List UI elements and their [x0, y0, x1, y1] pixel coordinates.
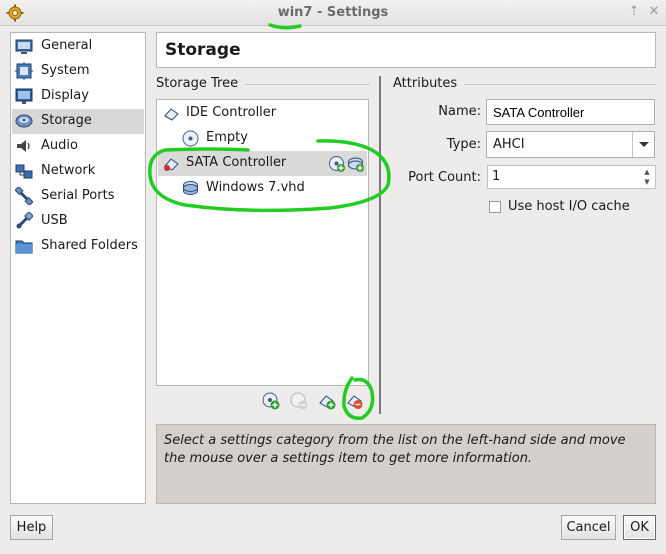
type-label: Type: — [446, 137, 481, 152]
name-label: Name: — [438, 104, 481, 119]
attributes-divider — [464, 84, 656, 85]
sidebar-item-label: Audio — [41, 138, 78, 153]
sidebar-item-label: Serial Ports — [41, 188, 115, 203]
panel-separator — [379, 76, 381, 414]
port-count-label: Port Count: — [408, 170, 481, 185]
remove-controller-icon[interactable] — [346, 392, 364, 410]
tree-row-sata-controller[interactable]: SATA Controller — [158, 151, 367, 176]
storage-tree: IDE Controller Empty SATA Controller Win… — [156, 99, 369, 386]
sidebar-item-label: Shared Folders — [41, 238, 138, 253]
controller-name-input[interactable] — [486, 99, 655, 125]
sidebar-item-label: System — [41, 63, 90, 78]
hard-disk-icon — [183, 181, 198, 195]
tree-row-label: SATA Controller — [186, 155, 287, 170]
page-header: Storage — [156, 32, 656, 68]
window-title-rest: - Settings — [312, 5, 389, 20]
sidebar-item-serial-ports[interactable]: Serial Ports — [12, 184, 144, 209]
controller-type-select[interactable]: AHCI — [486, 131, 655, 158]
display-icon — [15, 88, 33, 104]
sidebar-item-audio[interactable]: Audio — [12, 134, 144, 159]
storage-icon — [15, 114, 33, 128]
storage-tree-divider — [245, 84, 370, 85]
cd-disc-icon — [182, 130, 199, 147]
tree-row-ide-controller[interactable]: IDE Controller — [158, 101, 367, 126]
serial-port-icon — [15, 187, 33, 205]
use-host-io-cache-checkbox[interactable] — [489, 201, 501, 213]
attributes-label: Attributes — [393, 76, 458, 91]
window-title-vm: win7 — [277, 5, 313, 20]
controller-type-value: AHCI — [493, 137, 525, 152]
sidebar-item-system[interactable]: System — [12, 59, 144, 84]
ok-button[interactable]: OK — [623, 515, 656, 540]
add-hard-disk-icon[interactable] — [347, 155, 364, 172]
audio-icon — [17, 140, 30, 152]
sidebar-item-general[interactable]: General — [12, 34, 144, 59]
help-info-panel: Select a settings category from the list… — [156, 424, 656, 504]
dropdown-arrow[interactable] — [632, 132, 654, 157]
general-icon — [15, 39, 33, 54]
sidebar-item-network[interactable]: Network — [12, 159, 144, 184]
remove-attachment-icon[interactable] — [290, 392, 308, 410]
shared-folder-icon — [15, 240, 33, 254]
maximize-icon[interactable]: ⇡ — [626, 4, 642, 19]
sidebar-item-storage[interactable]: Storage — [12, 109, 144, 134]
tree-row-label: Windows 7.vhd — [206, 180, 305, 195]
network-icon — [15, 164, 33, 179]
sidebar-item-label: Network — [41, 163, 96, 178]
storage-tree-label: Storage Tree — [156, 76, 239, 91]
help-info-text: Select a settings category from the list… — [164, 433, 626, 466]
system-icon — [15, 62, 33, 80]
sidebar-item-label: Storage — [41, 113, 92, 128]
use-host-io-cache-label: Use host I/O cache — [508, 199, 630, 214]
port-count-spinbox[interactable]: 1 ▲ ▼ — [487, 165, 656, 189]
tree-row-empty[interactable]: Empty — [158, 126, 367, 151]
tree-row-label: Empty — [206, 130, 248, 145]
sidebar-item-usb[interactable]: USB — [12, 209, 144, 234]
add-controller-icon[interactable] — [318, 392, 336, 410]
usb-icon — [16, 212, 33, 229]
title-bar: win7 - Settings ⇡ ✕ — [0, 0, 666, 26]
close-icon[interactable]: ✕ — [646, 4, 662, 19]
cancel-button[interactable]: Cancel — [561, 515, 616, 540]
add-cd-icon[interactable] — [328, 155, 345, 172]
window-title: win7 - Settings — [0, 5, 666, 20]
sata-controller-icon — [164, 158, 179, 171]
sidebar-item-shared-folders[interactable]: Shared Folders — [12, 234, 144, 259]
ide-controller-icon — [164, 108, 179, 121]
port-count-value: 1 — [492, 169, 501, 184]
sidebar-item-display[interactable]: Display — [12, 84, 144, 109]
add-attachment-icon[interactable] — [262, 392, 280, 410]
page-title: Storage — [165, 40, 241, 60]
sidebar-item-label: Display — [41, 88, 89, 103]
tree-row-label: IDE Controller — [186, 105, 277, 120]
spin-arrows-icon[interactable]: ▲ ▼ — [642, 167, 652, 187]
sidebar-item-label: General — [41, 38, 93, 53]
tree-row-windows-7-vhd[interactable]: Windows 7.vhd — [158, 176, 367, 201]
chevron-down-icon — [639, 142, 649, 147]
sidebar-item-label: USB — [41, 213, 68, 228]
help-button[interactable]: Help — [10, 515, 53, 540]
settings-category-list: General System Display Storage Audio Net… — [10, 32, 146, 504]
